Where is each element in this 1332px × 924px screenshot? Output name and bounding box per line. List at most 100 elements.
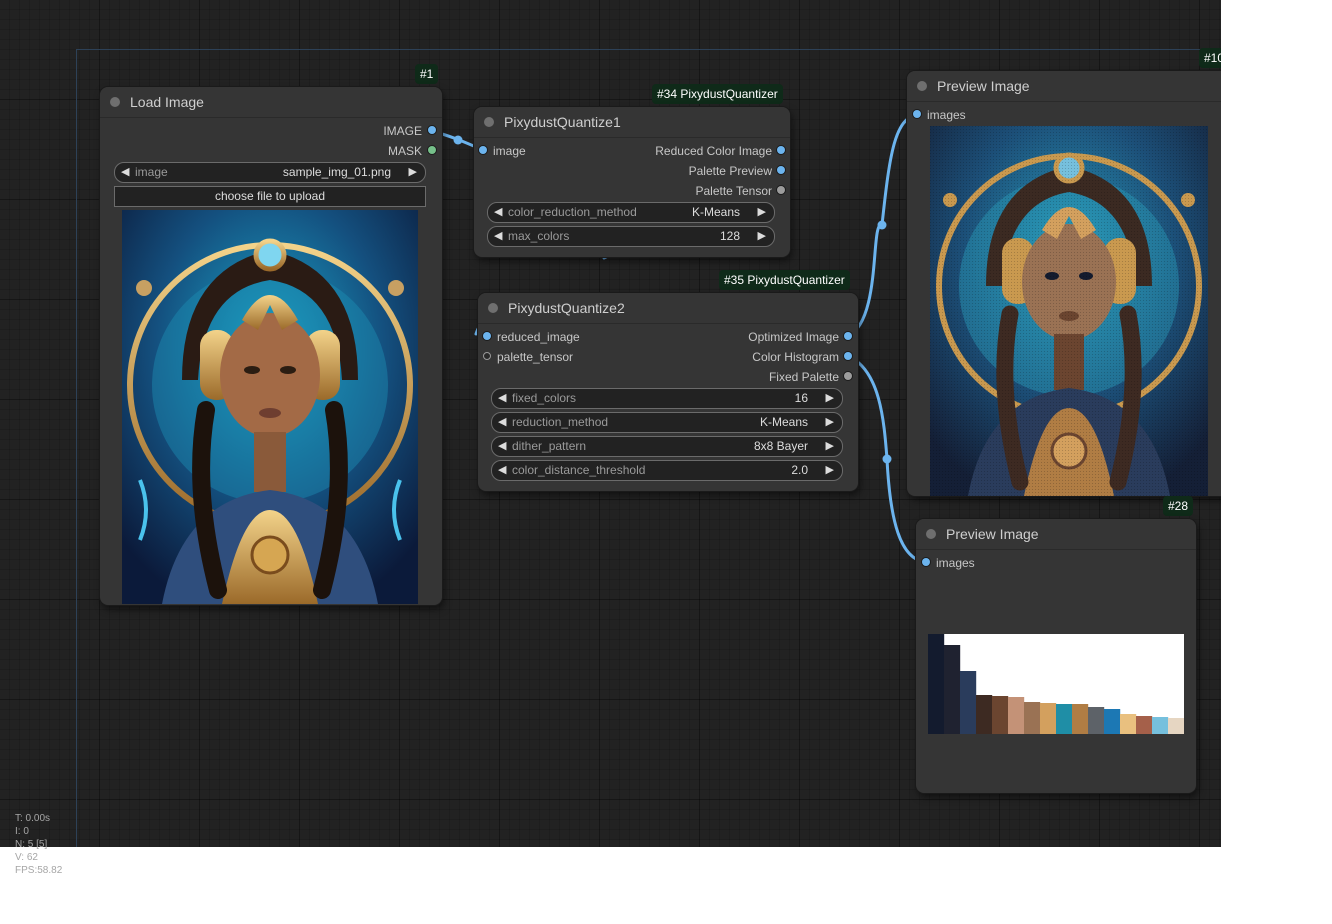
widget-value: 128 (719, 229, 740, 243)
reduction-method-widget[interactable]: ◀ reduction_method K-Means ▶ (491, 412, 843, 433)
output-label-mask: MASK (387, 144, 422, 158)
node-title: Preview Image (946, 526, 1039, 542)
output-slot-optimized-image[interactable] (844, 332, 852, 340)
quantized-image-preview (930, 126, 1208, 496)
node-title-bar[interactable]: PixydustQuantize2 (478, 293, 858, 324)
node-title: PixydustQuantize2 (508, 300, 625, 316)
histogram-bar (1136, 716, 1153, 734)
histogram-bar (1056, 704, 1073, 734)
increment-arrow-icon[interactable]: ▶ (758, 203, 766, 222)
output-label-optimized-image: Optimized Image (748, 330, 839, 344)
histogram-bar (1168, 718, 1184, 734)
loaded-image-preview (122, 210, 418, 604)
color-reduction-method-widget[interactable]: ◀ color_reduction_method K-Means ▶ (487, 202, 775, 223)
link-midpoint (877, 220, 887, 230)
widget-value: 2.0 (791, 463, 808, 477)
graph-canvas[interactable]: #1 Load Image IMAGE MASK ◀ image sample_… (0, 0, 1221, 847)
stat-vertices: V: 62 (15, 852, 38, 863)
max-colors-widget[interactable]: ◀ max_colors 128 ▶ (487, 226, 775, 247)
dither-pattern-widget[interactable]: ◀ dither_pattern 8x8 Bayer ▶ (491, 436, 843, 457)
node-title-bar[interactable]: Preview Image (916, 519, 1196, 550)
input-label-images: images (927, 108, 966, 122)
input-label-reduced-image: reduced_image (497, 330, 580, 344)
widget-value: K-Means (759, 415, 808, 429)
collapse-dot-icon[interactable] (484, 117, 494, 127)
widget-value: 8x8 Bayer (753, 439, 808, 453)
color-histogram-preview (928, 634, 1184, 734)
decrement-arrow-icon[interactable]: ◀ (498, 461, 506, 480)
preview-image-node-28[interactable]: Preview Image images (916, 519, 1196, 793)
histogram-bar (960, 671, 977, 734)
output-slot-mask[interactable] (428, 146, 436, 154)
node-title: Load Image (130, 94, 204, 110)
collapse-dot-icon[interactable] (488, 303, 498, 313)
increment-arrow-icon[interactable]: ▶ (758, 227, 766, 246)
image-combo-widget[interactable]: ◀ image sample_img_01.png ▶ (114, 162, 426, 183)
decrement-arrow-icon[interactable]: ◀ (498, 413, 506, 432)
histogram-bar (1024, 702, 1041, 734)
color-distance-threshold-widget[interactable]: ◀ color_distance_threshold 2.0 ▶ (491, 460, 843, 481)
increment-arrow-icon[interactable]: ▶ (826, 437, 834, 456)
input-slot-palette-tensor[interactable] (483, 352, 491, 360)
node-id-badge: #35 PixydustQuantizer (719, 270, 850, 290)
decrement-arrow-icon[interactable]: ◀ (121, 163, 129, 182)
input-label-image: image (493, 144, 526, 158)
node-id-badge: #10 (1199, 48, 1221, 68)
node-id-badge: #34 PixydustQuantizer (652, 84, 783, 104)
stat-nodes: N: 5 [5] (15, 839, 48, 850)
widget-name: color_distance_threshold (512, 463, 646, 477)
node-title-bar[interactable]: Load Image (100, 87, 442, 118)
node-title-bar[interactable]: Preview Image (907, 71, 1221, 102)
widget-value: 16 (794, 391, 808, 405)
histogram-bar (992, 696, 1009, 734)
load-image-node[interactable]: Load Image IMAGE MASK ◀ image sample_img… (100, 87, 442, 605)
node-title: Preview Image (937, 78, 1030, 94)
collapse-dot-icon[interactable] (926, 529, 936, 539)
histogram-bar (1152, 717, 1169, 734)
output-slot-palette-tensor[interactable] (777, 186, 785, 194)
node-title-bar[interactable]: PixydustQuantize1 (474, 107, 790, 138)
increment-arrow-icon[interactable]: ▶ (826, 413, 834, 432)
increment-arrow-icon[interactable]: ▶ (826, 389, 834, 408)
node-id-badge: #28 (1163, 496, 1194, 516)
input-slot-images[interactable] (913, 110, 921, 118)
input-slot-images[interactable] (922, 558, 930, 566)
output-slot-reduced-color-image[interactable] (777, 146, 785, 154)
histogram-bar (1088, 707, 1105, 734)
graph-stats: T: 0.00s I: 0 N: 5 [5] V: 62 FPS:58.82 (15, 812, 62, 877)
output-label-color-histogram: Color Histogram (752, 350, 839, 364)
stat-time: T: 0.00s (15, 813, 51, 824)
histogram-bar (1040, 703, 1057, 734)
decrement-arrow-icon[interactable]: ◀ (494, 203, 502, 222)
collapse-dot-icon[interactable] (917, 81, 927, 91)
pixydust-quantize1-node[interactable]: PixydustQuantize1 image Reduced Color Im… (474, 107, 790, 257)
output-slot-fixed-palette[interactable] (844, 372, 852, 380)
output-label-palette-preview: Palette Preview (688, 164, 772, 178)
collapse-dot-icon[interactable] (110, 97, 120, 107)
widget-name: dither_pattern (512, 439, 587, 453)
stat-iterations: I: 0 (15, 826, 29, 837)
pixydust-quantize2-node[interactable]: PixydustQuantize2 reduced_image palette_… (478, 293, 858, 491)
histogram-bar (1008, 697, 1025, 734)
widget-name: color_reduction_method (508, 205, 637, 219)
widget-name: reduction_method (512, 415, 609, 429)
fixed-colors-widget[interactable]: ◀ fixed_colors 16 ▶ (491, 388, 843, 409)
widget-name: max_colors (508, 229, 570, 243)
upload-button[interactable]: choose file to upload (114, 186, 426, 207)
decrement-arrow-icon[interactable]: ◀ (498, 389, 506, 408)
increment-arrow-icon[interactable]: ▶ (409, 163, 417, 182)
input-slot-reduced-image[interactable] (483, 332, 491, 340)
output-slot-image[interactable] (428, 126, 436, 134)
stat-fps: FPS:58.82 (15, 865, 63, 876)
histogram-bar (928, 634, 945, 734)
widget-value: sample_img_01.png (282, 165, 391, 179)
decrement-arrow-icon[interactable]: ◀ (498, 437, 506, 456)
output-slot-color-histogram[interactable] (844, 352, 852, 360)
output-slot-palette-preview[interactable] (777, 166, 785, 174)
output-label-fixed-palette: Fixed Palette (768, 370, 839, 384)
input-slot-image[interactable] (479, 146, 487, 154)
increment-arrow-icon[interactable]: ▶ (826, 461, 834, 480)
decrement-arrow-icon[interactable]: ◀ (494, 227, 502, 246)
preview-image-node-10[interactable]: Preview Image images (907, 71, 1221, 496)
link-midpoint (882, 454, 892, 464)
